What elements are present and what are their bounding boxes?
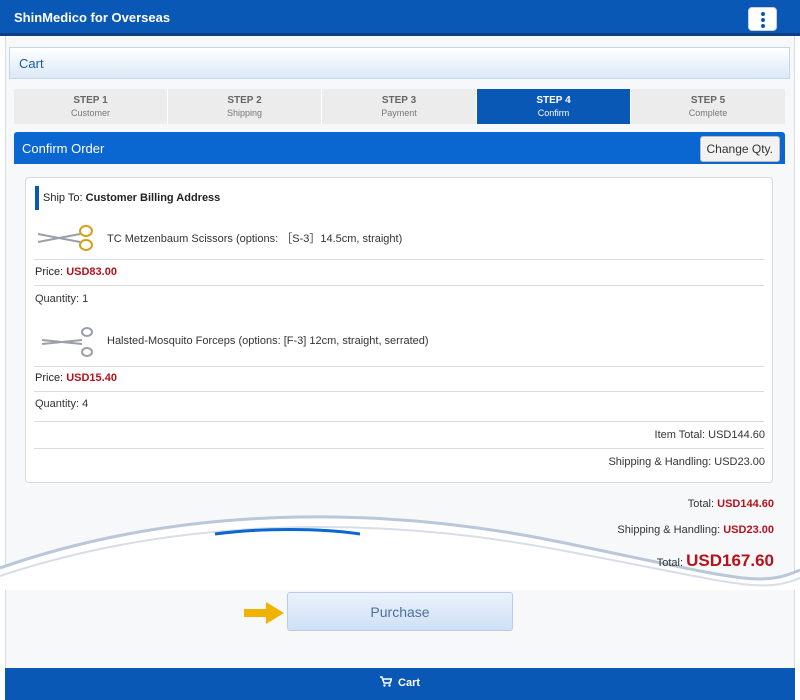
divider [34,421,764,422]
item-quantity: Quantity: 1 [35,293,89,305]
step-number: STEP 3 [381,95,417,106]
step-label: Customer [70,108,110,118]
step-payment[interactable]: STEP 3 Payment [322,89,477,124]
step-label: Shipping [226,108,263,118]
purchase-button[interactable]: Purchase [287,592,513,631]
grand-total-value: USD167.60 [686,551,774,570]
step-shipping[interactable]: STEP 2 Shipping [168,89,322,124]
item-price: Price: USD83.00 [35,266,117,278]
confirm-order-bar: Confirm Order Change Qty. [14,132,785,164]
forceps-icon [41,327,93,357]
price-value: USD83.00 [66,266,117,278]
divider [34,366,764,367]
ship-to-label: Ship To: [43,192,83,204]
change-qty-button[interactable]: Change Qty. [699,136,780,162]
menu-dot-icon [761,18,765,22]
step-customer[interactable]: STEP 1 Customer [14,89,168,124]
cart-header-label: Cart [19,56,44,71]
summary-shipping: Shipping & Handling: USD23.00 [617,524,774,536]
price-value: USD15.40 [66,372,117,384]
card-shipping-total: Shipping & Handling: USD23.00 [608,456,765,468]
checkout-steps: STEP 1 Customer STEP 2 Shipping STEP 3 P… [14,89,785,124]
summary-total-label: Total: [687,498,715,510]
step-number: STEP 5 [690,95,726,106]
step-label: Confirm [537,108,570,118]
summary-shipping-value: USD23.00 [723,524,774,536]
wave-decoration [0,515,800,590]
scissors-icon [37,225,93,251]
menu-dot-icon [761,24,765,28]
top-bar: ShinMedico for Overseas [0,0,800,36]
price-label: Price: [35,372,64,384]
arrow-right-icon [244,602,284,624]
item-name: TC Metzenbaum Scissors (options: ［S-3］14… [107,233,403,245]
summary-shipping-label: Shipping & Handling: [617,524,721,536]
summary-total-value: USD144.60 [717,498,774,510]
step-confirm[interactable]: STEP 4 Confirm [477,89,631,124]
divider [34,391,764,392]
price-label: Price: [35,266,64,278]
bottom-cart-bar[interactable]: Cart [5,668,795,700]
ship-to-address: Customer Billing Address [85,192,221,204]
cart-header: Cart [9,47,790,79]
item-quantity: Quantity: 4 [35,398,89,410]
menu-button[interactable] [748,7,777,31]
summary-total: Total: USD144.60 [688,498,774,510]
step-number: STEP 4 [536,95,571,106]
step-label: Payment [381,108,417,118]
step-complete[interactable]: STEP 5 Complete [631,89,785,124]
ship-to: Ship To: Customer Billing Address [35,186,220,210]
item-name: Halsted-Mosquito Forceps (options: [F-3]… [107,335,429,347]
summary-grand-total: Total: USD167.60 [657,551,774,571]
app-title: ShinMedico for Overseas [14,10,171,25]
menu-dot-icon [761,12,765,16]
divider [34,285,764,286]
divider [34,259,764,260]
bottom-cart-label: Cart [398,677,421,689]
confirm-order-title: Confirm Order [22,141,105,156]
step-number: STEP 2 [227,95,262,106]
cart-icon [379,676,393,687]
step-number: STEP 1 [73,95,108,106]
grand-total-label: Total: [656,557,684,569]
divider [34,448,764,449]
item-total: Item Total: USD144.60 [654,429,765,441]
item-price: Price: USD15.40 [35,372,117,384]
step-label: Complete [688,108,728,118]
